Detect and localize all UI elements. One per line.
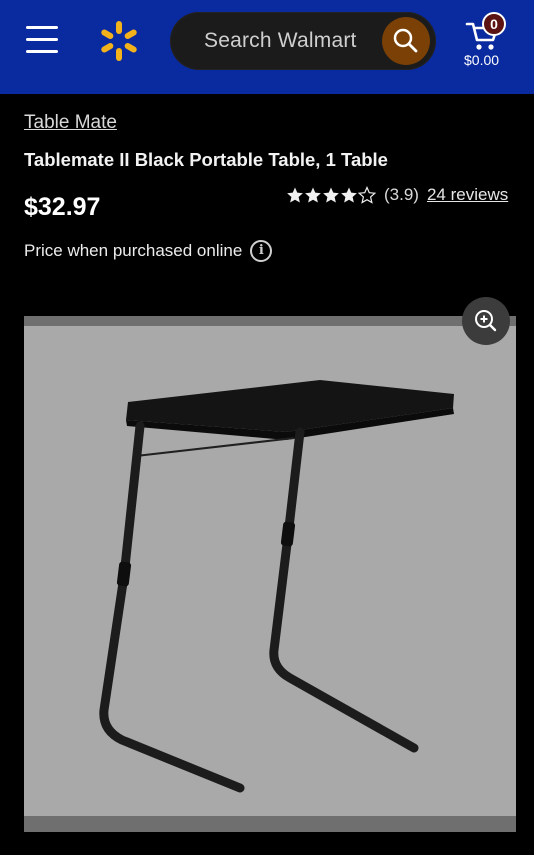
star-full-icon	[341, 187, 357, 203]
hamburger-menu-icon[interactable]	[26, 26, 58, 54]
zoom-button[interactable]	[462, 297, 510, 345]
price-note: Price when purchased online	[24, 241, 243, 260]
star-full-icon	[323, 187, 339, 203]
brand-link[interactable]: Table Mate	[24, 112, 117, 134]
star-full-icon	[305, 187, 321, 203]
search-placeholder: Search Walmart	[204, 29, 357, 52]
star-full-icon	[287, 187, 303, 203]
info-icon[interactable]: i	[250, 240, 273, 262]
walmart-spark-icon[interactable]	[96, 18, 142, 64]
product-image	[24, 326, 516, 816]
cart-count-badge: 0	[482, 12, 506, 36]
cart-total: $0.00	[464, 52, 500, 68]
price-note-row: Price when purchased online i	[24, 240, 273, 262]
product-price: $32.97	[24, 193, 101, 221]
cart-button[interactable]: 0 $0.00	[458, 12, 518, 74]
reviews-link[interactable]: 24 reviews	[427, 185, 508, 205]
rating-value: (3.9)	[384, 185, 419, 204]
search-icon	[393, 28, 418, 53]
search-input[interactable]: Search Walmart	[170, 12, 436, 70]
product-title: Tablemate II Black Portable Table, 1 Tab…	[24, 149, 388, 170]
rating-summary[interactable]: (3.9) 24 reviews	[286, 184, 508, 206]
portable-table-image	[99, 380, 454, 793]
top-header: Search Walmart 0 $0.00	[0, 0, 534, 94]
zoom-in-icon	[475, 310, 497, 332]
product-image-frame[interactable]	[24, 316, 516, 832]
search-button[interactable]	[382, 17, 430, 65]
star-rating	[286, 186, 376, 204]
star-empty-icon	[358, 186, 376, 204]
